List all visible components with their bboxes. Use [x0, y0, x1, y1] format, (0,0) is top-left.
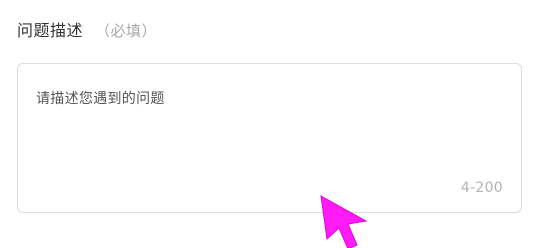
problem-description-section: 问题描述 （必填） 请描述您遇到的问题 4-200	[0, 0, 550, 248]
field-label: 问题描述	[17, 21, 84, 40]
problem-description-textarea[interactable]: 请描述您遇到的问题 4-200	[17, 63, 522, 213]
char-count-hint: 4-200	[460, 180, 503, 196]
textarea-placeholder: 请描述您遇到的问题	[36, 91, 165, 107]
required-hint: （必填）	[95, 22, 158, 40]
mouse-pointer-icon	[320, 195, 368, 248]
field-label-row: 问题描述 （必填）	[17, 17, 157, 43]
